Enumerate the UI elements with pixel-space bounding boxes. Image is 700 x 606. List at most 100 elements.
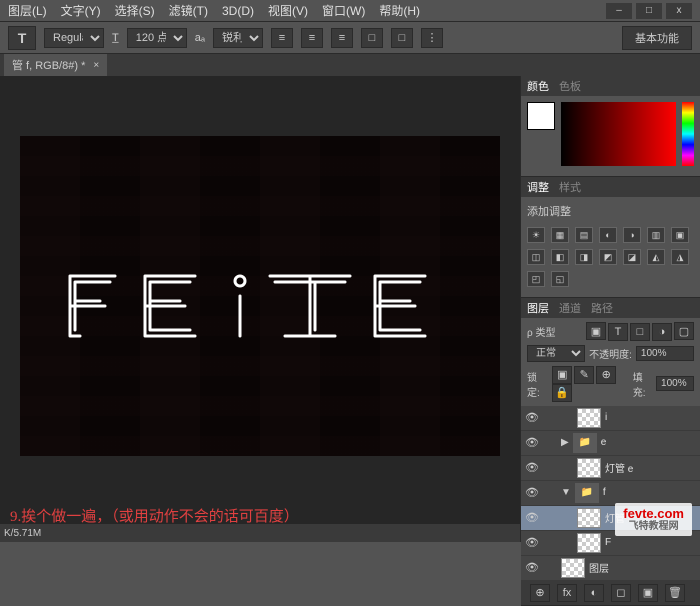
menu-text[interactable]: 文字(Y) (61, 2, 101, 19)
layer-visibility-icon[interactable]: 👁 (525, 411, 539, 425)
adjustments-title: 添加调整 (527, 203, 694, 219)
hue-slider[interactable] (682, 102, 694, 166)
fill-input[interactable] (656, 376, 694, 391)
layer-visibility-icon[interactable]: 👁 (525, 511, 539, 525)
align-right-icon[interactable]: ≡ (331, 28, 353, 48)
color-panel-tabs: 颜色 色板 (521, 76, 700, 96)
layer-row-0[interactable]: 👁i (521, 406, 700, 431)
lock-icon-3[interactable]: 🔒 (552, 384, 572, 402)
menu-window[interactable]: 窗口(W) (322, 2, 365, 19)
align-left-icon[interactable]: ≡ (271, 28, 293, 48)
minimize-button[interactable]: – (606, 3, 632, 19)
color-spectrum[interactable] (561, 102, 676, 166)
adjustment-icon-3[interactable]: ◐ (599, 227, 617, 243)
layer-row-3[interactable]: 👁▼📁f (521, 481, 700, 506)
tab-color[interactable]: 颜色 (527, 78, 549, 94)
blend-mode-select[interactable]: 正常 (527, 345, 585, 362)
layers-bottom-icon-0[interactable]: ⊕ (530, 584, 550, 602)
layer-name-label: 图层 (589, 560, 696, 575)
adjustment-icon-10[interactable]: ◩ (599, 249, 617, 265)
menu-3d[interactable]: 3D(D) (222, 4, 254, 18)
status-bar: K/5.71M (0, 524, 520, 542)
menu-layer[interactable]: 图层(L) (8, 2, 47, 19)
color-swatch-icon[interactable]: □ (361, 28, 383, 48)
layer-row-2[interactable]: 👁灯管 e (521, 456, 700, 481)
opacity-input[interactable] (636, 346, 694, 361)
lock-label: 锁定: (527, 369, 546, 399)
layer-filter-icon-3[interactable]: ◑ (652, 323, 672, 341)
lock-icons: ▣✎⊕ 🔒 (550, 366, 624, 402)
menu-bar: 图层(L) 文字(Y) 选择(S) 滤镜(T) 3D(D) 视图(V) 窗口(W… (0, 0, 700, 22)
type-tool-icon[interactable]: T (8, 26, 36, 50)
layer-visibility-icon[interactable]: 👁 (525, 436, 539, 450)
maximize-button[interactable]: □ (636, 3, 662, 19)
foreground-color-swatch[interactable] (527, 102, 555, 130)
layer-row-1[interactable]: 👁 ▶ 📁 e (521, 431, 700, 456)
warp-text-icon[interactable]: □ (391, 28, 413, 48)
layer-filter-icon-4[interactable]: ▢ (674, 322, 694, 340)
layer-visibility-icon[interactable]: 👁 (525, 561, 539, 575)
lock-icon-0[interactable]: ▣ (552, 366, 572, 384)
adjustment-icon-2[interactable]: ▤ (575, 227, 593, 243)
watermark: fevte.com 飞特教程网 (615, 503, 692, 536)
document-canvas[interactable] (20, 136, 500, 456)
adjustment-icon-12[interactable]: ◭ (647, 249, 665, 265)
tab-layers[interactable]: 图层 (527, 300, 549, 316)
layer-name-label: i (605, 412, 696, 423)
menu-select[interactable]: 选择(S) (115, 2, 155, 19)
adjustment-icon-13[interactable]: ◮ (671, 249, 689, 265)
panel-toggle-icon[interactable]: ⋮ (421, 28, 443, 48)
menu-filter[interactable]: 滤镜(T) (169, 2, 208, 19)
layer-visibility-icon[interactable]: 👁 (525, 486, 539, 500)
adjustment-icon-15[interactable]: ◱ (551, 271, 569, 287)
font-size-select[interactable]: 120 点 (127, 28, 187, 48)
layer-list[interactable]: 👁i👁▶📁e👁灯管 e👁▼📁f👁灯管 f👁F👁图层 (521, 406, 700, 581)
layers-bottom-icon-3[interactable]: ◻ (611, 584, 631, 602)
menu-help[interactable]: 帮助(H) (379, 2, 420, 19)
workspace-label[interactable]: 基本功能 (622, 26, 692, 50)
folder-icon: 📁 (573, 433, 597, 453)
tab-paths[interactable]: 路径 (591, 300, 613, 316)
adjustment-icon-9[interactable]: ◨ (575, 249, 593, 265)
layers-bottom-icon-1[interactable]: fx (557, 584, 577, 602)
close-button[interactable]: x (666, 3, 692, 19)
layer-filter-icon-2[interactable]: □ (630, 323, 650, 341)
layers-bottom-icon-5[interactable]: 🗑 (665, 584, 685, 602)
adjustment-icon-6[interactable]: ▣ (671, 227, 689, 243)
align-center-icon[interactable]: ≡ (301, 28, 323, 48)
tutorial-annotation: 9.挨个做一遍，（或用动作不会的话可百度） (10, 505, 299, 526)
layer-filter-icon-0[interactable]: ▣ (586, 322, 606, 340)
adjustment-icon-8[interactable]: ◧ (551, 249, 569, 265)
adjustment-icon-0[interactable]: ☀ (527, 227, 545, 243)
font-style-select[interactable]: Regular (44, 28, 104, 48)
layer-expand-icon[interactable]: ▶ (561, 437, 569, 448)
layer-expand-icon[interactable]: ▼ (561, 487, 571, 498)
adjustment-icon-5[interactable]: ▥ (647, 227, 665, 243)
layer-row-6[interactable]: 👁 图层 (521, 556, 700, 581)
layers-options: ρ 类型 ▣T□◑▢ 正常 不透明度: 锁定: ▣✎⊕🔒 填充: (521, 318, 700, 406)
adjustment-icon-14[interactable]: ◰ (527, 271, 545, 287)
layer-filter-icon-1[interactable]: T (608, 323, 628, 341)
menu-view[interactable]: 视图(V) (268, 2, 308, 19)
layers-panel-tabs: 图层 通道 路径 (521, 298, 700, 318)
adjustments-panel: 调整 样式 添加调整 ☀ ▦ ▤ ◐ ◑ ▥ ▣ ◫ ◧ ◨ ◩ ◪ ◭ ◮ ◰ ◱ (521, 177, 700, 298)
adjustment-icon-4[interactable]: ◑ (623, 227, 641, 243)
layers-bottom-icon-4[interactable]: ▣ (638, 584, 658, 602)
layer-visibility-icon[interactable]: 👁 (525, 461, 539, 475)
lock-icon-2[interactable]: ⊕ (596, 366, 616, 384)
document-tab-close-icon[interactable]: × (93, 60, 99, 71)
lock-icon-1[interactable]: ✎ (574, 366, 594, 384)
layers-bottom-icon-2[interactable]: ◐ (584, 584, 604, 602)
antialias-select[interactable]: 锐利 (213, 28, 263, 48)
tab-channels[interactable]: 通道 (559, 300, 581, 316)
watermark-cn: 飞特教程网 (629, 521, 679, 532)
adjustment-icon-1[interactable]: ▦ (551, 227, 569, 243)
tab-styles[interactable]: 样式 (559, 179, 581, 195)
layer-name-label: e (601, 437, 696, 448)
tab-swatches[interactable]: 色板 (559, 78, 581, 94)
adjustment-icon-11[interactable]: ◪ (623, 249, 641, 265)
adjustment-icon-7[interactable]: ◫ (527, 249, 545, 265)
document-tab[interactable]: 管 f, RGB/8#) * × (4, 54, 107, 76)
tab-adjustments[interactable]: 调整 (527, 179, 549, 195)
layer-visibility-icon[interactable]: 👁 (525, 536, 539, 550)
